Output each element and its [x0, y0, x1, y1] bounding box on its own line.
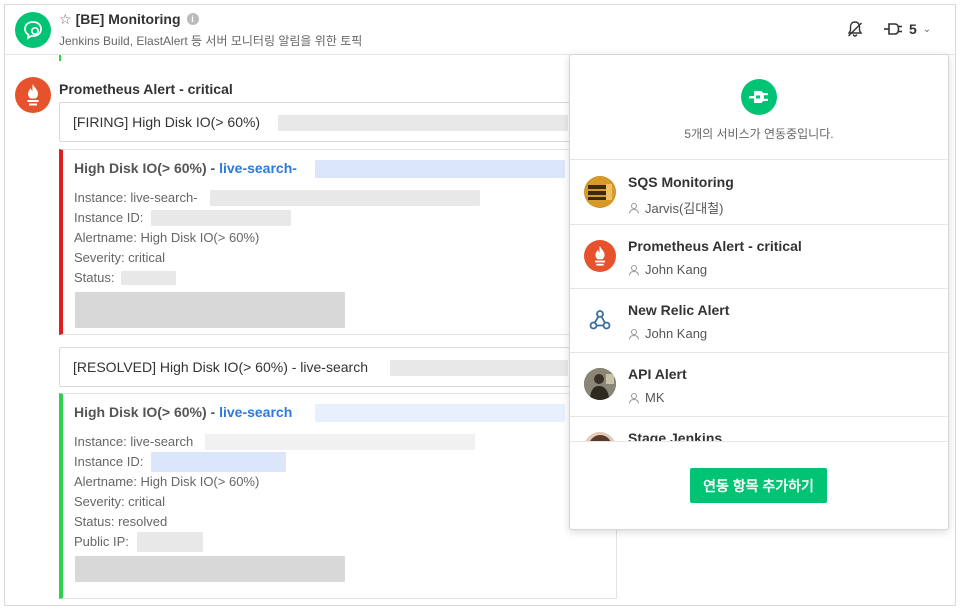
integration-item-api-alert[interactable]: API Alert MK [570, 353, 948, 417]
integration-owner: John Kang [628, 262, 707, 277]
integrations-summary: 5개의 서비스가 연동중입니다. [570, 55, 948, 160]
integration-owner: Jarvis(김대철) [628, 198, 724, 217]
integrations-button[interactable]: 5 ⌄ [883, 17, 931, 41]
prometheus-icon [584, 240, 616, 272]
integration-count: 5 [909, 21, 917, 37]
attachment-title: High Disk IO(> 60%) - live-search [74, 404, 292, 420]
app-window: ☆ [BE] Monitoring i Jenkins Build, Elast… [4, 4, 956, 606]
redacted-block [390, 360, 568, 376]
attachment-line: Instance ID: [74, 454, 144, 469]
integration-name: Prometheus Alert - critical [628, 238, 802, 254]
sqs-icon [584, 176, 616, 208]
integration-owner-name: MK [645, 390, 665, 405]
firing-attachment: High Disk IO(> 60%) - live-search- Insta… [59, 149, 617, 335]
page-title: [BE] Monitoring [75, 11, 181, 27]
user-photo-icon [584, 368, 616, 400]
attachment-title-link[interactable]: live-search- [219, 160, 297, 176]
attachment-line: Alertname: High Disk IO(> 60%) [74, 474, 260, 489]
attachment-line: Severity: critical [74, 494, 166, 509]
integrations-summary-text: 5개의 서비스가 연동중입니다. [684, 127, 834, 141]
info-icon[interactable]: i [186, 13, 199, 25]
redacted-block [151, 452, 286, 472]
firing-message-text: [FIRING] High Disk IO(> 60%) [59, 102, 617, 142]
person-icon [628, 328, 640, 340]
integration-owner: MK [628, 390, 665, 405]
integration-item-prometheus[interactable]: Prometheus Alert - critical John Kang [570, 225, 948, 289]
plug-icon [884, 23, 902, 35]
redacted-block [315, 160, 565, 178]
star-outline-icon[interactable]: ☆ [59, 12, 72, 26]
integration-item-new-relic[interactable]: New Relic Alert John Kang [570, 289, 948, 353]
integration-item-stage-jenkins[interactable]: Stage Jenkins [570, 417, 948, 441]
previous-attachment-edge [59, 55, 61, 61]
firing-text: [FIRING] High Disk IO(> 60%) [73, 114, 261, 130]
redacted-block [137, 532, 203, 552]
jenkins-icon [584, 432, 616, 441]
integration-name: SQS Monitoring [628, 174, 734, 190]
redacted-block [75, 292, 345, 328]
redacted-block [278, 115, 568, 131]
integration-list[interactable]: SQS Monitoring Jarvis(김대철) Prometheus Al… [570, 161, 948, 441]
attachment-line: Instance: live-search [74, 434, 194, 449]
integration-name: New Relic Alert [628, 302, 730, 318]
integration-owner-name: John Kang [645, 326, 708, 341]
integration-item-sqs[interactable]: SQS Monitoring Jarvis(김대철) [570, 161, 948, 225]
attachment-line: Status: [74, 270, 115, 285]
add-integration-button[interactable]: 연동 항목 추가하기 [690, 468, 827, 503]
redacted-block [121, 271, 176, 285]
bell-off-icon [847, 21, 863, 37]
integration-name: API Alert [628, 366, 687, 382]
topic-description: Jenkins Build, ElastAlert 등 서버 모니터링 알림을 … [59, 34, 363, 48]
attachment-line: Public IP: [74, 534, 129, 549]
redacted-block [205, 434, 475, 450]
webhook-icon [584, 304, 616, 336]
integrations-footer: 연동 항목 추가하기 [570, 441, 948, 529]
attachment-title: High Disk IO(> 60%) - live-search- [74, 160, 297, 176]
redacted-block [210, 190, 480, 206]
topic-header: ☆ [BE] Monitoring i Jenkins Build, Elast… [5, 5, 955, 55]
attachment-line: Severity: critical [74, 250, 166, 265]
plug-icon [741, 79, 777, 115]
attachment-title-text: High Disk IO(> 60%) - [74, 160, 220, 176]
message-sender[interactable]: Prometheus Alert - critical [59, 81, 233, 97]
attachment-line: Instance: live-search- [74, 190, 198, 205]
redacted-block [151, 210, 291, 226]
chevron-down-icon: ⌄ [922, 23, 932, 35]
title-row: ☆ [BE] Monitoring i [59, 11, 199, 27]
redacted-block [315, 404, 565, 422]
person-icon [628, 264, 640, 276]
resolved-attachment: High Disk IO(> 60%) - live-search Instan… [59, 393, 617, 599]
attachment-title-link[interactable]: live-search [219, 404, 292, 420]
integration-owner-name: John Kang [645, 262, 708, 277]
chat-bubble-icon[interactable] [15, 12, 51, 48]
integrations-dropdown: 5개의 서비스가 연동중입니다. SQS Monitoring Jarvis(김… [569, 54, 949, 530]
person-icon [628, 392, 640, 404]
attachment-title-text: High Disk IO(> 60%) - [74, 404, 220, 420]
attachment-line: Instance ID: [74, 210, 144, 225]
integration-name: Stage Jenkins [628, 430, 723, 441]
resolved-text: [RESOLVED] High Disk IO(> 60%) - live-se… [73, 359, 368, 375]
attachment-line: Alertname: High Disk IO(> 60%) [74, 230, 260, 245]
attachment-line: Status: resolved [74, 514, 168, 529]
prometheus-icon [27, 84, 39, 106]
prometheus-avatar[interactable] [15, 77, 51, 113]
integration-owner: John Kang [628, 326, 707, 341]
person-icon [628, 202, 640, 214]
notification-toggle-button[interactable] [843, 17, 867, 41]
integration-owner-name: Jarvis(김대철) [645, 201, 724, 216]
redacted-block [75, 556, 345, 582]
resolved-message-text: [RESOLVED] High Disk IO(> 60%) - live-se… [59, 347, 617, 387]
